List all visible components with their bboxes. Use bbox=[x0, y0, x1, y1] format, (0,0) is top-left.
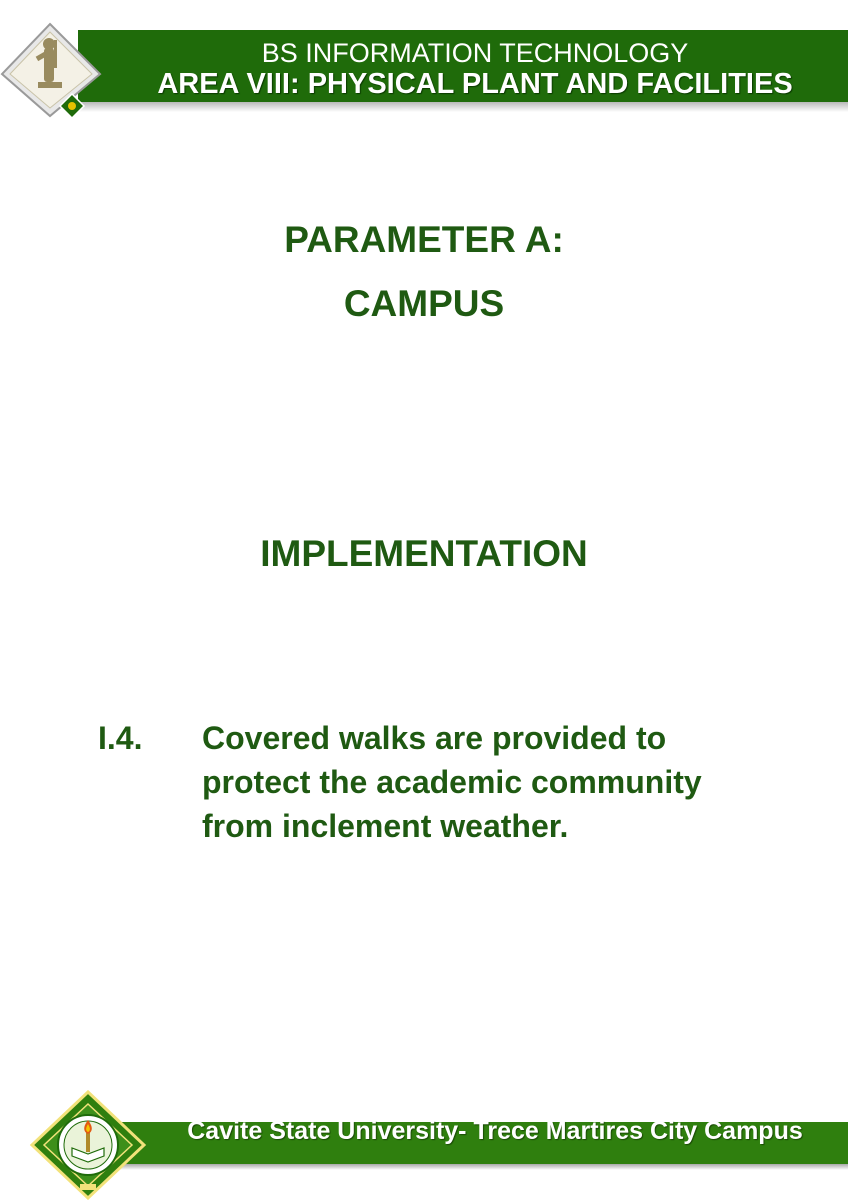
footer-campus-name: Cavite State University- Trece Martires … bbox=[187, 1117, 803, 1145]
item-number: I.4. bbox=[98, 720, 143, 756]
parameter-label: PARAMETER A: bbox=[284, 219, 564, 260]
parameter-name: CAMPUS bbox=[343, 283, 505, 324]
footer-shadow bbox=[90, 1164, 848, 1170]
header-shadow bbox=[78, 102, 848, 112]
item-text: Covered walks are provided to protect th… bbox=[202, 720, 702, 844]
program-title: BS INFORMATION TECHNOLOGY bbox=[261, 38, 689, 68]
statue-emblem-icon bbox=[0, 22, 102, 120]
document-page: BS INFORMATION TECHNOLOGY AREA VIII: PHY… bbox=[0, 0, 848, 1200]
section-title: IMPLEMENTATION bbox=[260, 533, 588, 574]
university-seal-icon bbox=[29, 1090, 147, 1200]
area-title: AREA VIII: PHYSICAL PLANT AND FACILITIES bbox=[157, 68, 793, 100]
